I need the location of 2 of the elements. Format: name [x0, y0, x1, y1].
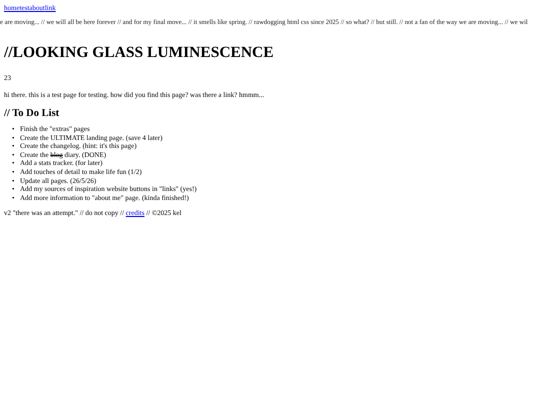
page-title: //LOOKING GLASS LUMINESCENCE: [4, 44, 275, 62]
section-heading: // To Do List: [4, 108, 60, 119]
